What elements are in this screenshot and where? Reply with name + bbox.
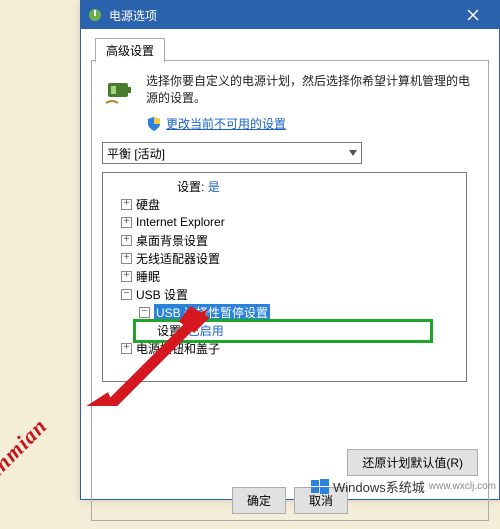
window-title: 电源选项 xyxy=(109,7,157,24)
titlebar: 电源选项 xyxy=(81,1,499,29)
app-icon xyxy=(87,7,103,23)
windows-logo-icon xyxy=(311,478,329,496)
expand-icon[interactable]: + xyxy=(121,343,132,354)
close-button[interactable] xyxy=(453,1,493,29)
expand-icon[interactable]: + xyxy=(121,253,132,264)
explain-text: 选择你要自定义的电源计划，然后选择你希望计算机管理的电源的设置。 xyxy=(146,73,478,107)
tree-item-desktop-bg[interactable]: + 桌面背景设置 xyxy=(103,231,466,249)
power-plan-selected: 平衡 [活动] xyxy=(107,145,165,162)
watermark-sub: www.wxclj.com xyxy=(429,481,496,492)
tree-setting-yes: 设置: 是 xyxy=(103,177,466,195)
tree-item-usb-suspend-value[interactable]: 设置: 已启用 xyxy=(103,321,466,339)
tab-advanced-settings[interactable]: 高级设置 xyxy=(95,38,165,63)
tab-strip: 高级设置 xyxy=(91,37,489,61)
explain-row: 选择你要自定义的电源计划，然后选择你希望计算机管理的电源的设置。 xyxy=(102,73,478,107)
power-plan-select[interactable]: 平衡 [活动] xyxy=(102,142,362,164)
power-options-dialog: 电源选项 高级设置 选择你要自定义的电源计划，然后选择你希望计算机管理的电源的设… xyxy=(80,0,500,500)
restore-defaults-button[interactable]: 还原计划默认值(R) xyxy=(347,449,478,476)
tree-item-usb[interactable]: − USB 设置 xyxy=(103,285,466,303)
tree-item-ie[interactable]: + Internet Explorer xyxy=(103,213,466,231)
watermark: Windows系统城 www.wxclj.com xyxy=(311,477,496,496)
battery-icon xyxy=(102,73,136,107)
expand-icon[interactable]: + xyxy=(121,217,132,228)
tab-panel: 选择你要自定义的电源计划，然后选择你希望计算机管理的电源的设置。 更改当前不可用… xyxy=(91,61,489,521)
ok-button[interactable]: 确定 xyxy=(232,487,286,514)
close-icon xyxy=(467,9,479,21)
tree-item-usb-suspend[interactable]: − USB 选择性暂停设置 xyxy=(103,303,466,321)
tree-item-wireless[interactable]: + 无线适配器设置 xyxy=(103,249,466,267)
expand-icon[interactable]: + xyxy=(121,271,132,282)
expand-icon[interactable]: + xyxy=(121,235,132,246)
tree-item-hard-disk[interactable]: + 硬盘 xyxy=(103,195,466,213)
watermark-text: Windows系统城 xyxy=(333,477,425,496)
tree-item-sleep[interactable]: + 睡眠 xyxy=(103,267,466,285)
collapse-icon[interactable]: − xyxy=(139,307,150,318)
change-unavailable-settings-link[interactable]: 更改当前不可用的设置 xyxy=(166,115,286,132)
expand-icon[interactable]: + xyxy=(121,199,132,210)
chevron-down-icon xyxy=(349,150,357,156)
tree-item-power-buttons[interactable]: + 电源按钮和盖子 xyxy=(103,339,466,357)
collapse-icon[interactable]: − xyxy=(121,289,132,300)
stamp-text: qinmian xyxy=(0,413,53,490)
settings-tree[interactable]: 设置: 是 + 硬盘 + Internet Explorer + 桌面背景设置 … xyxy=(102,172,467,382)
shield-icon xyxy=(146,116,162,132)
